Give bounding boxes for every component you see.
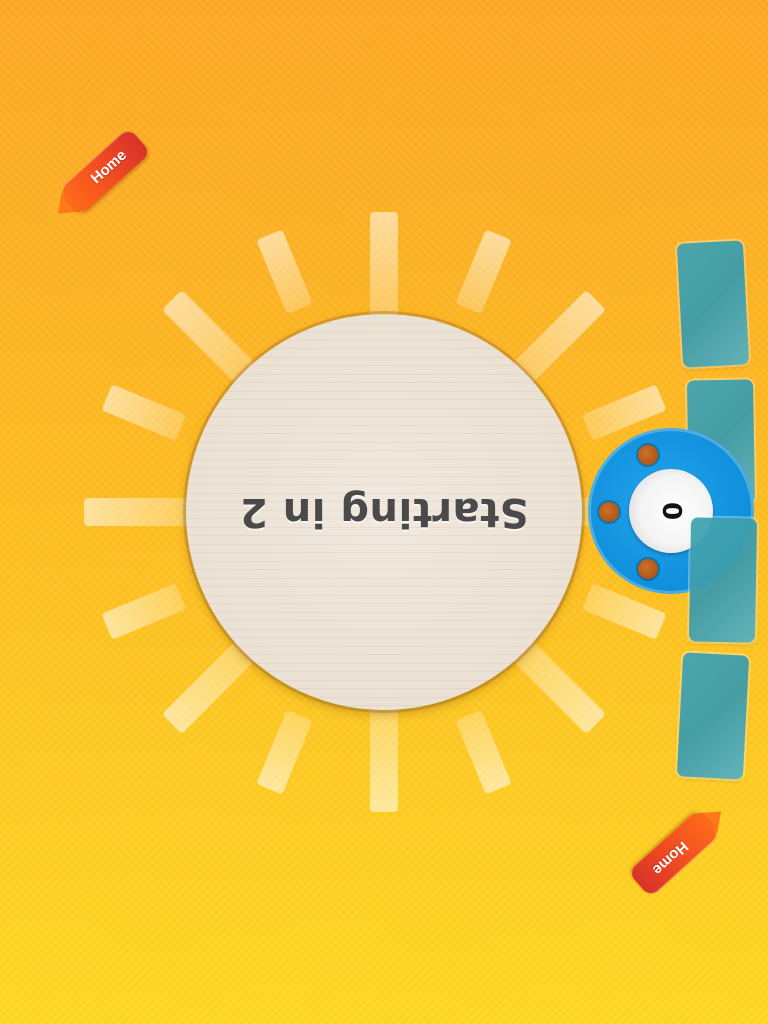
sunburst-ray	[455, 709, 512, 795]
peg-bottom	[638, 559, 658, 579]
card-tile[interactable]	[676, 240, 750, 368]
player-score: 0	[656, 501, 686, 521]
sunburst-ray	[84, 498, 194, 526]
sunburst-ray	[370, 702, 398, 812]
peg-top	[638, 445, 658, 465]
game-screen: Starting in 2 0 Home Home	[0, 0, 768, 1024]
peg-left	[599, 502, 619, 522]
home-button-top[interactable]: Home	[48, 127, 152, 224]
sunburst-ray	[101, 583, 187, 640]
sunburst-ray	[256, 709, 313, 795]
card-tile[interactable]	[676, 652, 750, 780]
sunburst-ray	[101, 384, 187, 441]
sunburst-ray	[256, 229, 313, 315]
sunburst-ray	[455, 229, 512, 315]
countdown-text: Starting in 2	[239, 489, 529, 535]
sunburst-ray	[370, 212, 398, 322]
wooden-table-disc: Starting in 2	[186, 314, 582, 710]
card-tile[interactable]	[688, 517, 758, 643]
home-button-bottom[interactable]: Home	[627, 801, 731, 898]
